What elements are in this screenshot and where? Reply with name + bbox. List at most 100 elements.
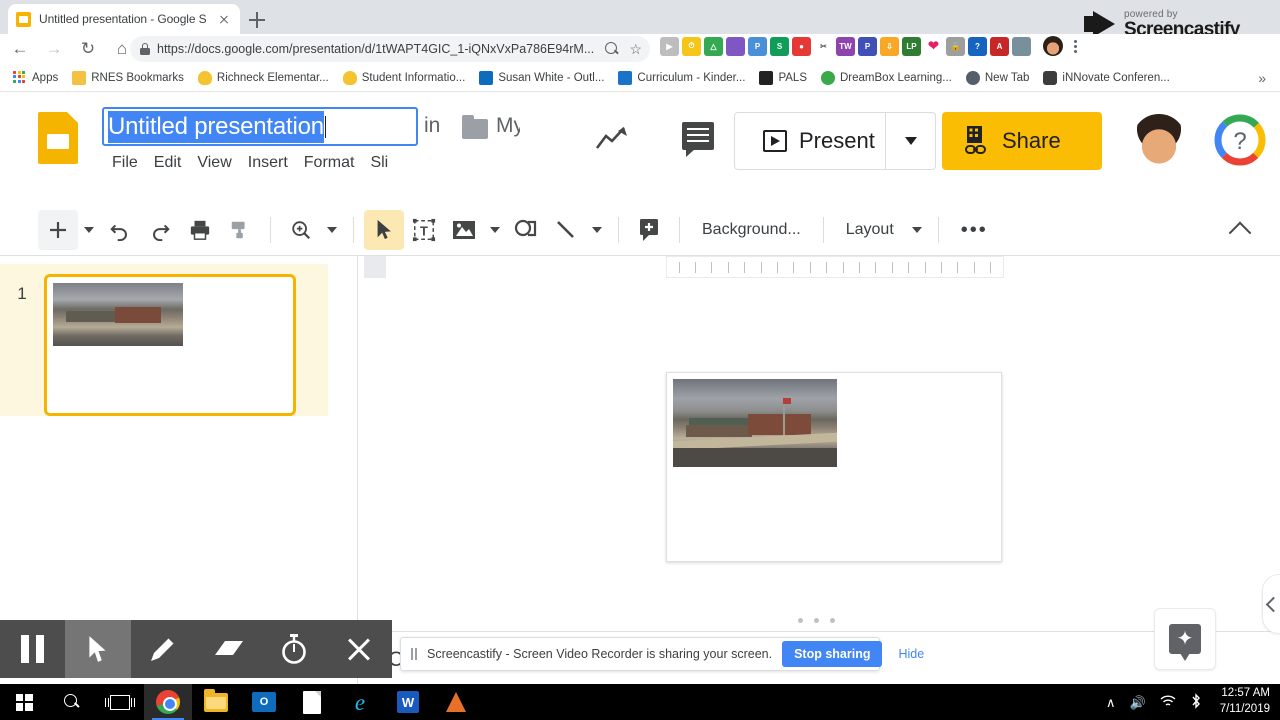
reload-button[interactable]: ↻ bbox=[74, 35, 102, 63]
new-tab-button[interactable] bbox=[244, 7, 270, 33]
menu-format[interactable]: Format bbox=[304, 154, 355, 172]
bookmark-item[interactable]: PALS bbox=[752, 67, 814, 89]
collapse-toolbar-button[interactable] bbox=[1220, 210, 1260, 250]
zoom-dropdown[interactable] bbox=[321, 210, 343, 250]
menu-slide[interactable]: Sli bbox=[370, 154, 388, 172]
zoom-button[interactable] bbox=[281, 210, 321, 250]
taskbar-search-button[interactable] bbox=[48, 684, 96, 720]
bookmark-item[interactable]: Curriculum - Kinder... bbox=[611, 67, 752, 89]
close-icon[interactable] bbox=[216, 11, 232, 27]
layout-dropdown[interactable] bbox=[906, 210, 928, 250]
tray-overflow-icon[interactable]: ∧ bbox=[1106, 696, 1116, 709]
slide-image-object[interactable] bbox=[673, 379, 837, 467]
menu-edit[interactable]: Edit bbox=[154, 154, 182, 172]
menu-view[interactable]: View bbox=[197, 154, 231, 172]
present-dropdown-button[interactable] bbox=[885, 113, 935, 169]
explore-button[interactable]: ✦ bbox=[1154, 608, 1216, 670]
redo-button[interactable] bbox=[140, 210, 180, 250]
timer-button[interactable] bbox=[261, 620, 326, 678]
menu-insert[interactable]: Insert bbox=[248, 154, 288, 172]
pause-recording-button[interactable] bbox=[0, 620, 65, 678]
slide-canvas[interactable] bbox=[666, 372, 1002, 562]
search-icon[interactable] bbox=[605, 42, 619, 56]
taskbar-file-explorer[interactable] bbox=[192, 684, 240, 720]
avatar[interactable] bbox=[1132, 114, 1186, 168]
close-toolbar-button[interactable] bbox=[327, 620, 392, 678]
extension-icon[interactable]: A bbox=[990, 36, 1009, 56]
line-button[interactable] bbox=[546, 210, 586, 250]
bookmark-item[interactable]: RNES Bookmarks bbox=[65, 67, 191, 89]
extension-icon[interactable]: P bbox=[748, 36, 767, 56]
start-button[interactable] bbox=[0, 684, 48, 720]
extension-icon[interactable]: ⏱ bbox=[682, 36, 701, 56]
help-question-icon[interactable]: ? bbox=[1214, 114, 1266, 166]
profile-avatar[interactable] bbox=[1043, 36, 1063, 56]
extension-icon[interactable]: △ bbox=[704, 36, 723, 56]
task-view-button[interactable] bbox=[96, 684, 144, 720]
collapse-side-panel-button[interactable] bbox=[1262, 574, 1280, 634]
paint-format-button[interactable] bbox=[220, 210, 260, 250]
extension-icon[interactable]: ✂ bbox=[814, 36, 833, 56]
extension-icon[interactable]: ● bbox=[792, 36, 811, 56]
activity-trend-icon[interactable] bbox=[594, 124, 630, 152]
volume-icon[interactable]: 🔊 bbox=[1130, 696, 1146, 709]
extension-icon[interactable]: ▶ bbox=[660, 36, 679, 56]
image-dropdown[interactable] bbox=[484, 210, 506, 250]
extension-icon[interactable]: P bbox=[858, 36, 877, 56]
extension-icon[interactable]: S bbox=[770, 36, 789, 56]
horizontal-ruler[interactable] bbox=[666, 256, 1004, 278]
eraser-tool-button[interactable] bbox=[196, 620, 261, 678]
insert-image-button[interactable] bbox=[444, 210, 484, 250]
new-slide-button[interactable] bbox=[38, 209, 78, 250]
text-box-button[interactable]: T bbox=[404, 210, 444, 250]
notes-resize-handle[interactable] bbox=[798, 618, 835, 623]
taskbar-clock[interactable]: 12:57 AM 7/11/2019 bbox=[1216, 686, 1270, 717]
undo-button[interactable] bbox=[100, 210, 140, 250]
wifi-icon[interactable] bbox=[1160, 694, 1176, 710]
pencil-tool-button[interactable] bbox=[131, 620, 196, 678]
document-title-input[interactable]: Untitled presentation bbox=[102, 107, 418, 146]
hide-notice-button[interactable]: Hide bbox=[892, 647, 930, 661]
filmstrip-slide-row[interactable]: 1 bbox=[0, 264, 328, 416]
bookmark-item[interactable]: iNNovate Conferen... bbox=[1036, 67, 1176, 89]
bookmarks-overflow-button[interactable]: » bbox=[1258, 70, 1274, 86]
bookmark-item[interactable]: Richneck Elementar... bbox=[191, 67, 336, 89]
comment-icon[interactable] bbox=[682, 122, 714, 157]
bookmark-star-icon[interactable]: ☆ bbox=[629, 42, 642, 56]
extension-icon[interactable]: ⇩ bbox=[880, 36, 899, 56]
extension-icon[interactable]: ? bbox=[968, 36, 987, 56]
add-comment-button[interactable] bbox=[629, 210, 669, 250]
layout-button[interactable]: Layout bbox=[834, 221, 906, 239]
print-button[interactable] bbox=[180, 210, 220, 250]
extension-icon[interactable]: ❤ bbox=[924, 36, 943, 56]
taskbar-word[interactable]: W bbox=[384, 684, 432, 720]
slide-thumbnail[interactable] bbox=[44, 274, 296, 416]
folder-icon[interactable] bbox=[462, 115, 488, 139]
line-dropdown[interactable] bbox=[586, 210, 608, 250]
taskbar-document[interactable] bbox=[288, 684, 336, 720]
bluetooth-icon[interactable] bbox=[1190, 693, 1202, 711]
taskbar-vlc[interactable] bbox=[432, 684, 480, 720]
cursor-tool-button[interactable] bbox=[65, 620, 131, 678]
shape-button[interactable] bbox=[506, 210, 546, 250]
background-button[interactable]: Background... bbox=[690, 221, 813, 239]
address-bar[interactable]: https://docs.google.com/presentation/d/1… bbox=[130, 36, 650, 62]
extension-icon[interactable]: TW bbox=[836, 36, 855, 56]
browser-tab[interactable]: Untitled presentation - Google S bbox=[8, 4, 240, 34]
taskbar-outlook[interactable]: O bbox=[240, 684, 288, 720]
taskbar-internet-explorer[interactable]: e bbox=[336, 684, 384, 720]
back-button[interactable]: ← bbox=[6, 35, 34, 63]
share-button[interactable]: Share bbox=[942, 112, 1102, 170]
more-options-button[interactable]: ••• bbox=[949, 220, 1000, 240]
present-button[interactable]: Present bbox=[735, 128, 885, 154]
taskbar-chrome[interactable] bbox=[144, 684, 192, 720]
select-tool-button[interactable] bbox=[364, 209, 404, 250]
extension-icon[interactable] bbox=[726, 36, 745, 56]
bookmark-item[interactable]: Susan White - Outl... bbox=[472, 67, 611, 89]
extension-icon[interactable] bbox=[1012, 36, 1031, 56]
extension-icon[interactable]: LP bbox=[902, 36, 921, 56]
chrome-menu-button[interactable] bbox=[1066, 36, 1084, 56]
new-slide-dropdown[interactable] bbox=[78, 210, 100, 250]
extension-icon[interactable]: 🔒 bbox=[946, 36, 965, 56]
bookmark-item[interactable]: Student Informatio... bbox=[336, 67, 473, 89]
